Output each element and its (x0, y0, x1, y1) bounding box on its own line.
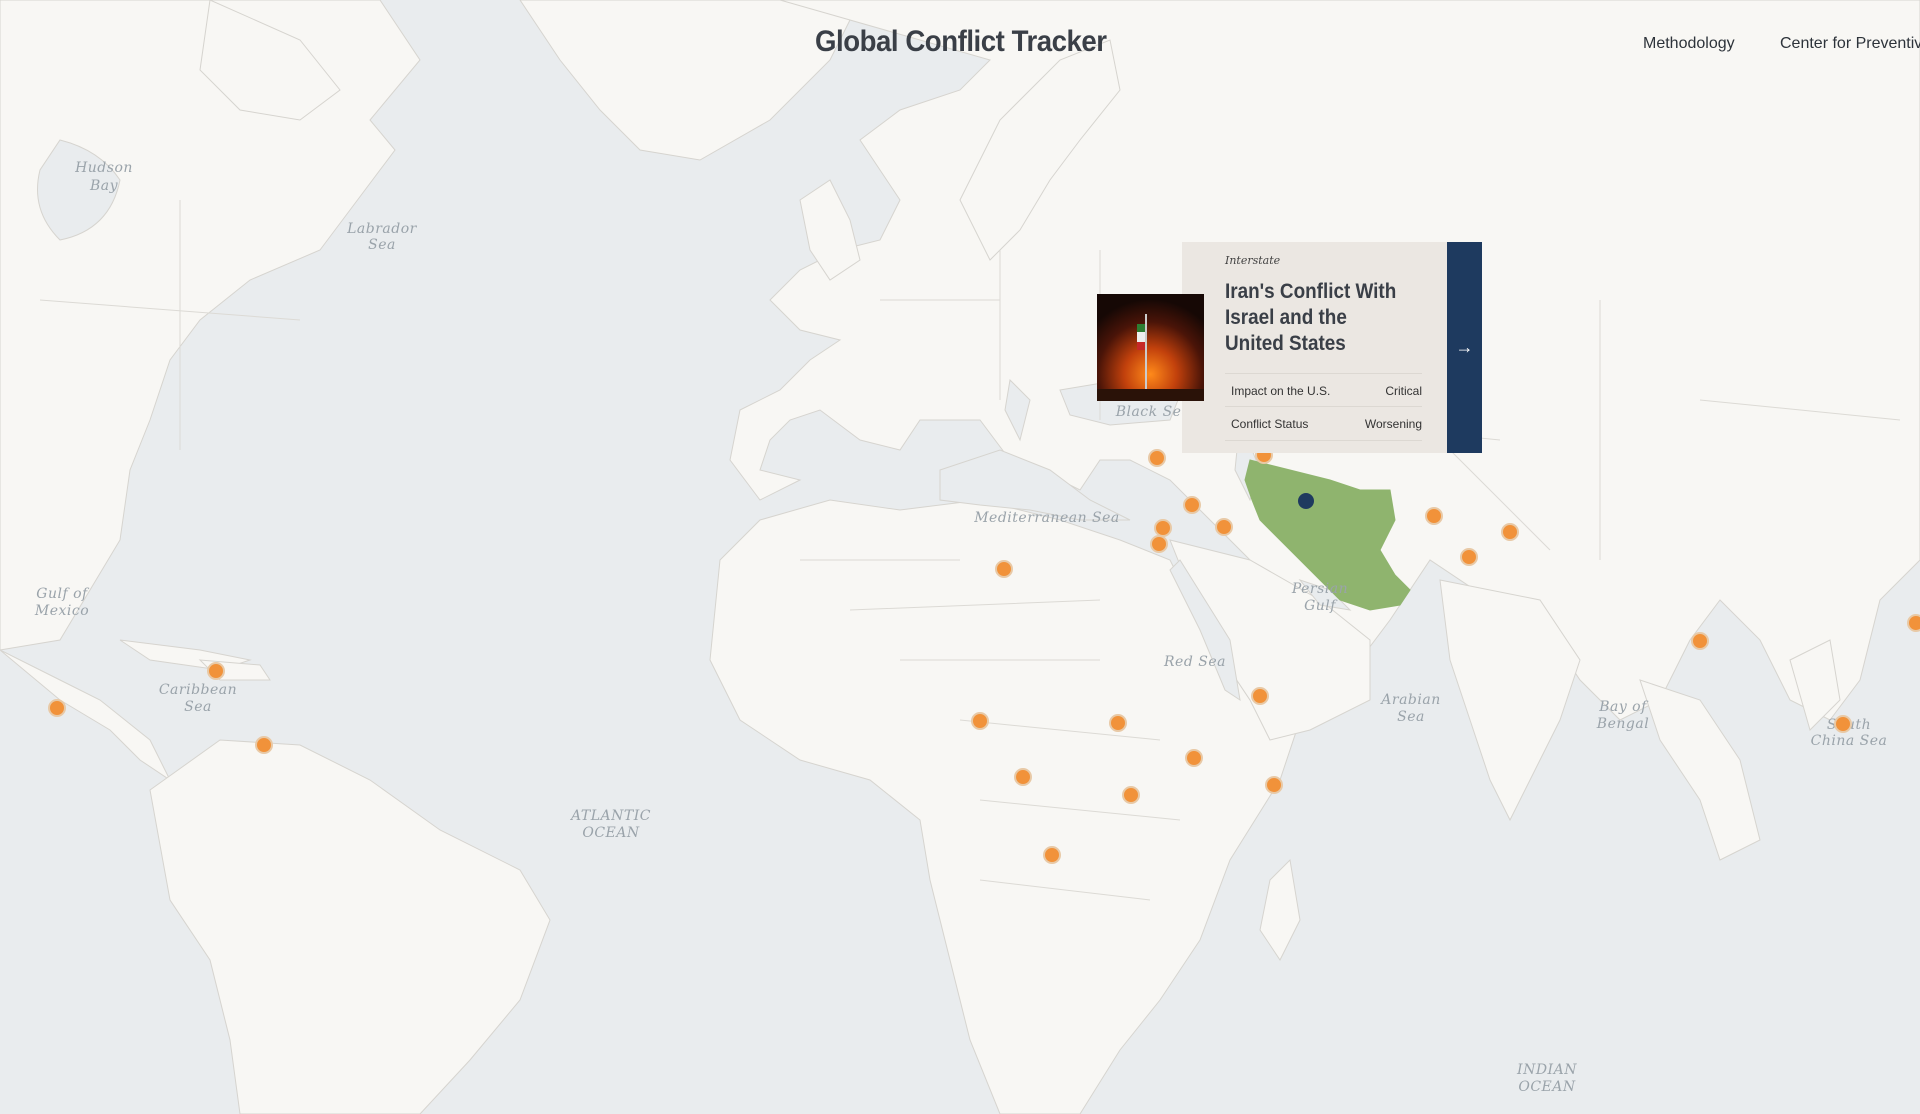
conflict-marker[interactable] (995, 560, 1013, 578)
conflict-thumbnail[interactable] (1097, 294, 1204, 401)
conflict-marker[interactable] (1185, 749, 1203, 767)
water-label: Caribbean (159, 682, 237, 698)
water-label: OCEAN (582, 825, 640, 841)
water-label: Persian (1291, 581, 1348, 597)
popup-row-value: Worsening (1364, 417, 1422, 431)
water-label: Hudson (74, 160, 133, 176)
popup-row-label: Impact on the U.S. (1231, 384, 1331, 398)
arrow-right-icon: → (1455, 337, 1474, 357)
water-label: INDIAN (1516, 1062, 1577, 1078)
water-label: China Sea (1811, 733, 1888, 749)
conflict-marker[interactable] (1691, 632, 1709, 650)
conflict-marker[interactable] (1148, 449, 1166, 467)
conflict-marker[interactable] (1834, 715, 1852, 733)
conflict-marker[interactable] (1014, 768, 1032, 786)
water-label: OCEAN (1518, 1079, 1576, 1095)
open-conflict-button[interactable]: → (1447, 242, 1482, 453)
popup-row-impact: Impact on the U.S. Critical (1225, 373, 1422, 407)
water-label: Bay of (1598, 699, 1649, 715)
land-north-america (0, 0, 421, 651)
conflict-marker[interactable] (1501, 523, 1519, 541)
conflict-marker[interactable] (1251, 687, 1269, 705)
nav-center-preventive-action[interactable]: Center for Preventiv (1780, 35, 1920, 53)
water-label: Gulf of (36, 586, 90, 602)
water-label: Sea (368, 237, 396, 253)
popup-title[interactable]: Iran's Conflict With Israel and the Unit… (1225, 279, 1405, 357)
popup-row-value: Critical (1385, 384, 1422, 398)
water-label: Black Sea (1115, 404, 1191, 420)
water-label: Bengal (1596, 716, 1649, 732)
conflict-marker[interactable] (1215, 518, 1233, 536)
world-map[interactable]: HudsonBayLabradorSeaGulf ofMexicoCaribbe… (0, 0, 1920, 1114)
conflict-marker[interactable] (1154, 519, 1172, 537)
conflict-marker[interactable] (207, 662, 225, 680)
conflict-marker[interactable] (1150, 535, 1168, 553)
site-header: Global Conflict Tracker Methodology Cent… (0, 0, 1920, 90)
conflict-marker[interactable] (1183, 496, 1201, 514)
water-label: Sea (1397, 709, 1425, 725)
water-label: Gulf (1304, 598, 1338, 614)
water-label: Mediterranean Sea (973, 510, 1120, 526)
conflict-marker[interactable] (1109, 714, 1127, 732)
water-label: Labrador (346, 221, 418, 237)
water-label: ATLANTIC (569, 808, 651, 824)
water-label: Red Sea (1163, 654, 1226, 670)
conflict-marker[interactable] (1265, 776, 1283, 794)
conflict-marker[interactable] (1425, 507, 1443, 525)
conflict-marker[interactable] (255, 736, 273, 754)
selected-conflict-marker[interactable] (1298, 493, 1314, 509)
nav-methodology[interactable]: Methodology (1643, 35, 1735, 53)
conflict-marker[interactable] (1043, 846, 1061, 864)
water-label: Mexico (34, 603, 89, 619)
conflict-marker[interactable] (1907, 614, 1920, 632)
popup-row-status: Conflict Status Worsening (1225, 406, 1422, 441)
conflict-marker[interactable] (1122, 786, 1140, 804)
water-label: Arabian (1379, 692, 1440, 708)
page-title: Global Conflict Tracker (815, 25, 1107, 58)
land-central-america (0, 649, 172, 782)
popup-category: Interstate (1225, 254, 1281, 267)
conflict-marker[interactable] (48, 699, 66, 717)
land-south-america (149, 739, 551, 1114)
water-label: Sea (184, 699, 212, 715)
conflict-marker[interactable] (1460, 548, 1478, 566)
conflict-marker[interactable] (971, 712, 989, 730)
popup-row-label: Conflict Status (1231, 417, 1309, 431)
water-label: Bay (89, 178, 119, 194)
